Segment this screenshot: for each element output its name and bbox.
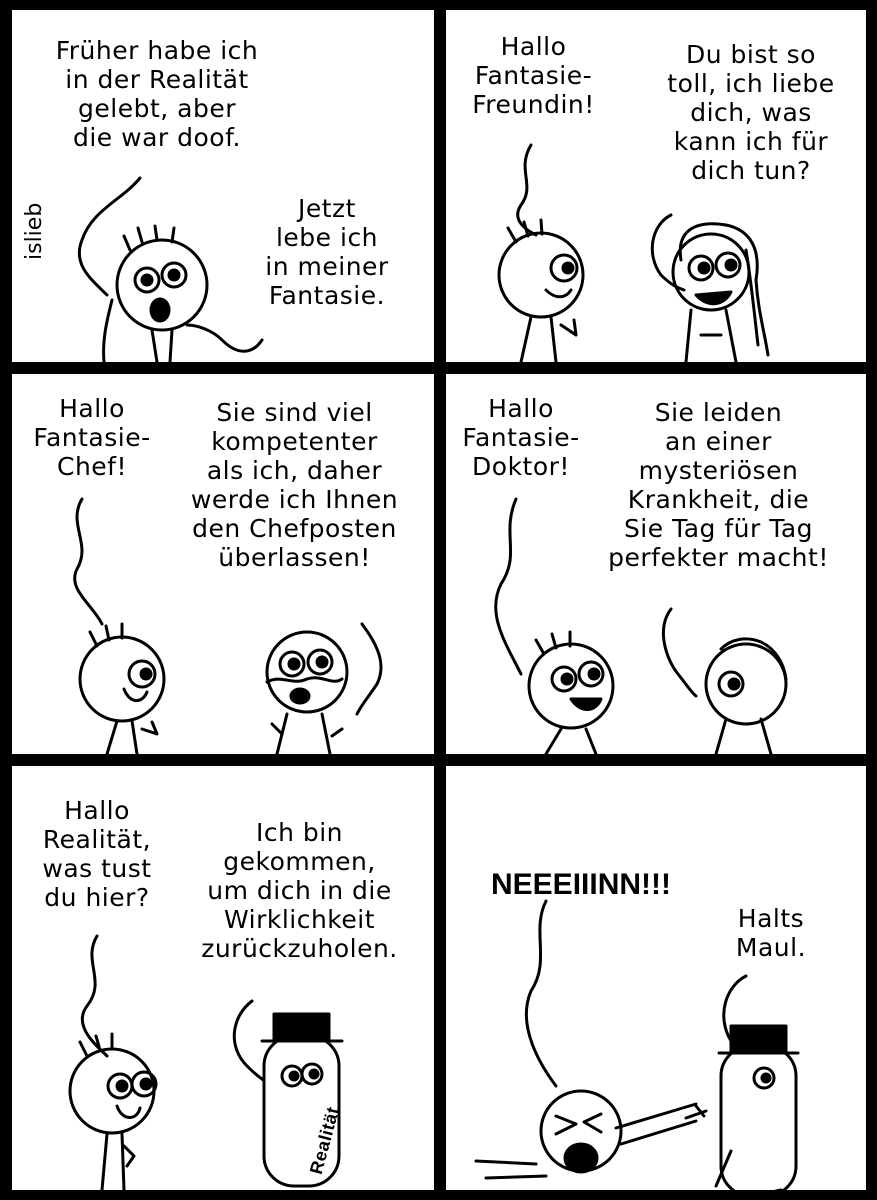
speech-bubble-2a: Hallo Fantasie- Freundin!: [472, 32, 595, 119]
speech-bubble-6b: Halts Maul.: [735, 904, 807, 962]
speech-bubble-2b: Du bist so toll, ich liebe dich, was kan…: [667, 40, 835, 185]
comic-panel-2: Hallo Fantasie- Freundin! Du bist so tol…: [446, 10, 866, 362]
comic-panel-3: Hallo Fantasie- Chef! Sie sind viel komp…: [12, 374, 434, 754]
comic-panel-6: NEEEIIINN!!! Halts Maul.: [446, 766, 866, 1190]
speech-bubble-5a: Hallo Realität, was tust du hier?: [42, 796, 152, 912]
speech-bubble-4b: Sie leiden an einer mysteriösen Krankhei…: [608, 398, 829, 572]
speech-bubble-1b: Jetzt lebe ich in meiner Fantasie.: [265, 194, 389, 310]
speech-bubble-3b: Sie sind viel kompetenter als ich, daher…: [190, 398, 399, 572]
scream-text: NEEEIIINN!!!: [491, 868, 671, 901]
comic-panel-4: Hallo Fantasie- Doktor! Sie leiden an ei…: [446, 374, 866, 754]
signature: islieb: [22, 202, 47, 260]
panel-6-drawing: [474, 899, 800, 1190]
comic-panel-5: Hallo Realität, was tust du hier? Ich bi…: [12, 766, 434, 1190]
speech-bubble-4a: Hallo Fantasie- Doktor!: [462, 394, 580, 481]
speech-bubble-5b: Ich bin gekommen, um dich in die Wirklic…: [201, 818, 398, 963]
comic-panel-1: islieb Früher habe ich in der Realität g…: [12, 10, 434, 362]
speech-bubble-3a: Hallo Fantasie- Chef!: [33, 394, 151, 481]
speech-bubble-1a: Früher habe ich in der Realität gelebt, …: [55, 36, 259, 152]
